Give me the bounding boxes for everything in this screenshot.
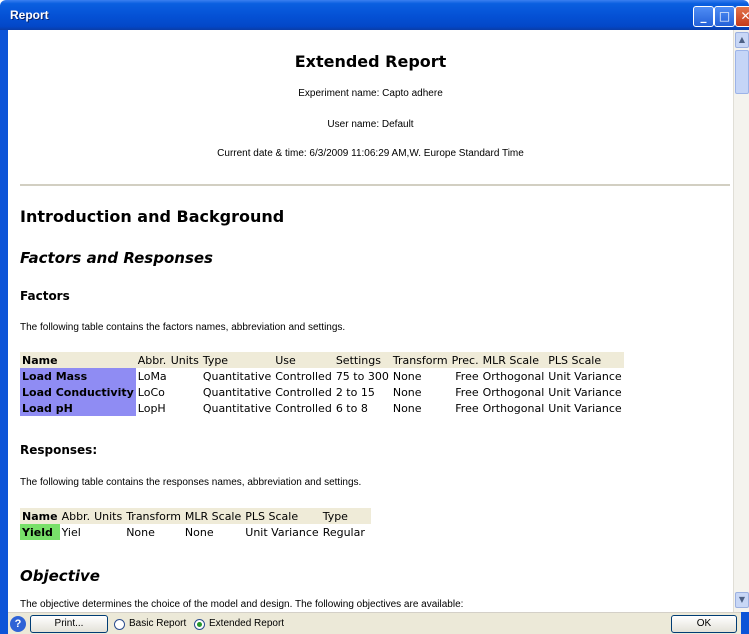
basic-report-radio[interactable] [114,619,125,630]
table-header-row: Name Abbr. Units Type Use Settings Trans… [20,352,624,368]
scroll-down-icon[interactable]: ▼ [735,592,749,608]
factors-description: The following table contains the factors… [20,322,346,333]
response-units [92,524,124,540]
scroll-thumb[interactable] [735,50,749,94]
table-row: Load Conductivity LoCo Quantitative Cont… [20,384,624,400]
col-transform: Transform [124,508,183,524]
title-bar: Report _ □ ✕ [0,0,749,30]
table-row: Load Mass LoMa Quantitative Controlled 7… [20,368,624,384]
report-content: Extended Report Experiment name: Capto a… [8,30,733,612]
factor-abbr: LoMa [137,369,167,383]
response-name: Yield [20,524,60,540]
col-mlr: MLR Scale [182,508,244,524]
factor-use: Controlled [275,369,332,383]
window-frame-left [0,30,8,634]
window-title: Report [10,8,49,22]
factor-prec: Free [455,385,479,399]
col-transform: Transform [390,352,450,368]
help-icon[interactable]: ? [10,616,26,632]
col-pls: PLS Scale [546,352,624,368]
extended-report-label[interactable]: Extended Report [209,618,284,629]
minimize-icon[interactable]: _ [693,6,714,27]
response-mlr: None [184,525,214,539]
table-row: Yield Yiel None None Unit Variance Regul… [20,524,371,540]
factor-name: Load Conductivity [20,384,136,400]
responses-description: The following table contains the respons… [20,477,362,488]
factors-heading: Factors [20,289,70,303]
factor-use: Controlled [275,401,332,415]
factor-settings: 75 to 300 [335,369,389,383]
user-name: User name: Default [327,119,414,130]
factor-abbr: LoCo [137,385,165,399]
experiment-name: Experiment name: Capto adhere [298,88,443,99]
extended-report-radio[interactable] [194,619,205,630]
factor-pls: Unit Variance [548,401,622,415]
ok-button[interactable]: OK [671,615,737,633]
factor-settings: 2 to 15 [335,385,375,399]
objective-heading: Objective [20,567,100,585]
factor-name: Load pH [20,400,136,416]
vertical-scrollbar[interactable]: ▲ ▼ [733,30,749,612]
col-name: Name [20,352,136,368]
factors-table: Name Abbr. Units Type Use Settings Trans… [20,352,624,416]
table-row: Load pH LopH Quantitative Controlled 6 t… [20,400,624,416]
col-mlr: MLR Scale [480,352,547,368]
factor-units [169,400,201,416]
factor-units [169,368,201,384]
factor-pls: Unit Variance [548,369,622,383]
bottom-toolbar: ? Print... Basic Report Extended Report … [8,612,741,634]
col-abbr: Abbr. [135,352,169,368]
factors-responses-heading: Factors and Responses [20,249,213,267]
response-type: Regular [322,525,365,539]
print-button[interactable]: Print... [30,615,108,633]
col-type: Type [320,508,371,524]
col-type: Type [200,352,274,368]
factor-prec: Free [455,369,479,383]
factor-transform: None [392,401,422,415]
factor-name: Load Mass [20,368,136,384]
factor-units [169,384,201,400]
response-abbr: Yiel [61,525,81,539]
maximize-icon[interactable]: □ [714,6,735,27]
factor-type: Quantitative [202,369,272,383]
factor-settings: 6 to 8 [335,401,368,415]
intro-heading: Introduction and Background [20,207,285,226]
divider [20,184,730,186]
factor-type: Quantitative [202,385,272,399]
basic-report-label[interactable]: Basic Report [129,618,186,629]
factor-transform: None [392,385,422,399]
factor-transform: None [392,369,422,383]
col-abbr: Abbr. [59,508,93,524]
objective-description: The objective determines the choice of t… [20,599,464,610]
factor-abbr: LopH [137,401,166,415]
col-settings: Settings [333,352,391,368]
close-icon[interactable]: ✕ [735,6,749,27]
col-units: Units [168,352,201,368]
col-units: Units [92,508,125,524]
factor-use: Controlled [275,385,332,399]
factor-type: Quantitative [202,401,272,415]
report-title: Extended Report [294,52,447,71]
responses-heading: Responses: [20,443,98,457]
response-transform: None [126,525,155,539]
current-datetime: Current date & time: 6/3/2009 11:06:29 A… [217,148,524,159]
factor-mlr: Orthogonal [482,385,545,399]
col-name: Name [20,508,60,524]
factor-pls: Unit Variance [548,385,622,399]
col-pls: PLS Scale [243,508,321,524]
col-use: Use [273,352,334,368]
responses-table: Name Abbr. Units Transform MLR Scale PLS… [20,508,371,540]
col-prec: Prec. [449,352,481,368]
factor-mlr: Orthogonal [482,369,545,383]
table-header-row: Name Abbr. Units Transform MLR Scale PLS… [20,508,371,524]
response-pls: Unit Variance [245,525,319,539]
factor-prec: Free [455,401,479,415]
scroll-up-icon[interactable]: ▲ [735,32,749,48]
factor-mlr: Orthogonal [482,401,545,415]
